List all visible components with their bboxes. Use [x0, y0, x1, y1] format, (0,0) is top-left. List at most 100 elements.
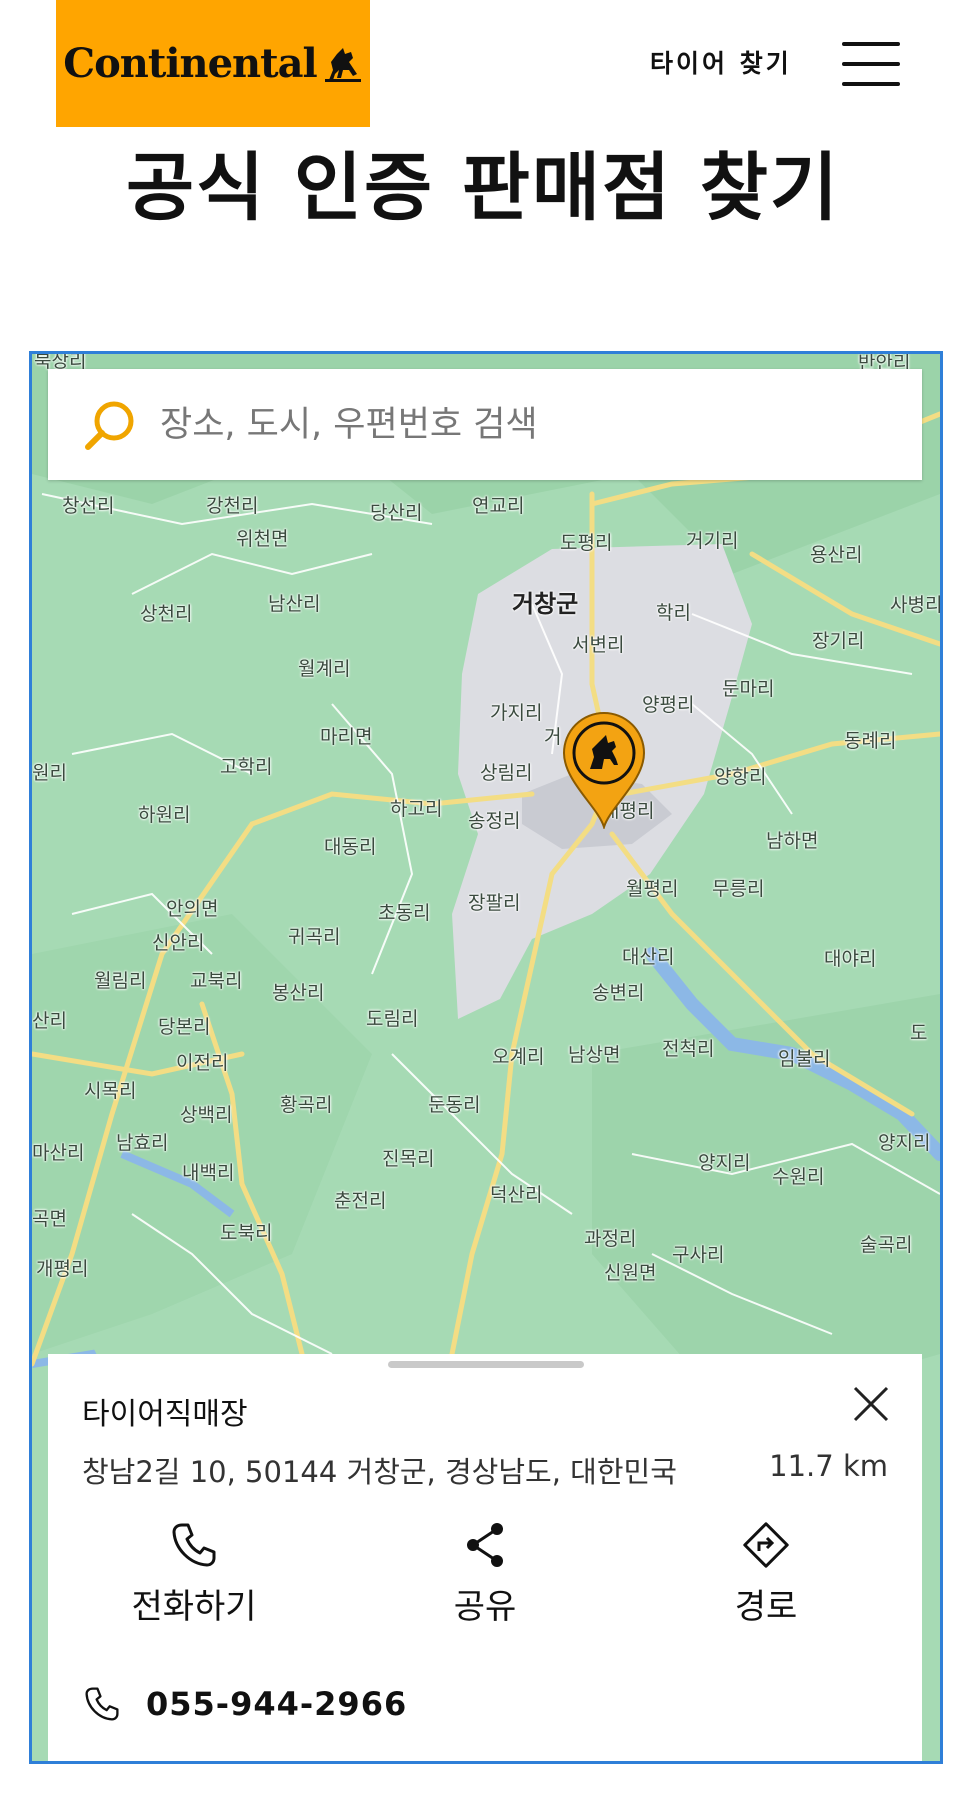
map-place-label: 연교리: [472, 495, 525, 517]
map-place-label: 술곡리: [860, 1234, 913, 1256]
map-place-label: 안의면: [166, 898, 219, 920]
directions-icon: [743, 1522, 789, 1568]
map-place-label: 사병리: [890, 594, 943, 616]
map-place-label: 개평리: [36, 1258, 89, 1280]
dealer-info-card: 타이어직매장 창남2길 10, 50144 거창군, 경상남도, 대한민국 11…: [48, 1354, 922, 1761]
map-place-label: 송정리: [468, 810, 521, 832]
map-place-label: 귀곡리: [288, 926, 341, 948]
map-place-label: 신안리: [152, 932, 205, 954]
find-tires-link[interactable]: 타이어 찾기: [650, 44, 792, 80]
map-place-label: 임불리: [778, 1048, 831, 1070]
map-place-label: 이전리: [176, 1052, 229, 1074]
call-label: 전화하기: [131, 1587, 257, 1627]
map-place-label: 전척리: [662, 1038, 715, 1060]
call-button[interactable]: 전화하기: [94, 1519, 294, 1628]
map-place-label: 초동리: [378, 902, 431, 924]
map-place-label: 당본리: [158, 1016, 211, 1038]
map-place-label: 동례리: [844, 730, 897, 752]
map-place-label: 하고리: [390, 798, 443, 820]
map-place-label: 상천리: [140, 603, 193, 625]
share-icon: [467, 1523, 503, 1567]
map-place-label: 황곡리: [280, 1094, 333, 1116]
dealer-distance: 11.7 km: [769, 1449, 888, 1483]
map-place-label: 거창군: [512, 590, 579, 618]
map-place-label: 시목리: [84, 1080, 137, 1102]
map-place-label: 월계리: [298, 658, 351, 680]
dealer-map[interactable]: 북상리 반안리 창선리 강천리 위천면 당산리 연교리 도평리 거기리 용산리 …: [29, 351, 943, 1764]
map-place-label: 춘전리: [334, 1190, 387, 1212]
map-place-label: 곡면: [32, 1208, 67, 1230]
map-place-label: 장팔리: [468, 892, 521, 914]
map-place-label: 남효리: [116, 1132, 169, 1154]
map-place-label: 도평리: [560, 532, 613, 554]
brand-wordmark: Continental: [63, 40, 317, 87]
directions-label: 경로: [734, 1587, 798, 1627]
map-place-label: 덕산리: [490, 1184, 543, 1206]
map-place-label: 상백리: [180, 1104, 233, 1126]
search-input[interactable]: [158, 403, 862, 446]
horse-emblem-icon: [324, 47, 361, 82]
map-place-label: 무릉리: [712, 878, 765, 900]
map-place-label: 대산리: [622, 946, 675, 968]
drag-handle[interactable]: [388, 1361, 584, 1368]
map-place-label: 도: [910, 1022, 928, 1044]
map-place-label: 학리: [656, 602, 691, 624]
map-place-label: 송변리: [592, 982, 645, 1004]
directions-button[interactable]: 경로: [666, 1519, 866, 1628]
map-place-label: 대동리: [324, 836, 377, 858]
map-place-label: 도림리: [366, 1008, 419, 1030]
location-search-box[interactable]: [48, 369, 922, 480]
map-place-label: 구사리: [672, 1244, 725, 1266]
map-place-label: 양지리: [698, 1152, 751, 1174]
map-place-label: 교북리: [190, 970, 243, 992]
hamburger-menu-icon[interactable]: [842, 40, 902, 90]
map-place-label: 창선리: [62, 495, 115, 517]
map-place-label: 양평리: [642, 694, 695, 716]
map-place-label: 용산리: [810, 544, 863, 566]
map-place-label: 상림리: [480, 762, 533, 784]
phone-icon: [85, 1687, 119, 1721]
page-title: 공식 인증 판매점 찾기: [125, 145, 840, 231]
dealer-address: 창남2길 10, 50144 거창군, 경상남도, 대한민국: [82, 1455, 677, 1489]
map-place-label: 월평리: [626, 878, 679, 900]
map-place-label: 진목리: [382, 1148, 435, 1170]
map-place-label: 마산리: [32, 1142, 85, 1164]
dealer-marker-pin[interactable]: [560, 711, 648, 829]
map-place-label: 양항리: [714, 766, 767, 788]
map-place-label: 남산리: [268, 593, 321, 615]
dealer-name: 타이어직매장: [82, 1397, 248, 1432]
map-place-label: 원리: [32, 762, 67, 784]
map-place-label: 도북리: [220, 1222, 273, 1244]
map-place-label: 남상면: [568, 1044, 621, 1066]
phone-number[interactable]: 055-944-2966: [146, 1685, 407, 1723]
map-place-label: 장기리: [812, 630, 865, 652]
map-place-label: 수원리: [772, 1166, 825, 1188]
close-icon[interactable]: [851, 1384, 891, 1424]
map-place-label: 신원면: [604, 1262, 657, 1284]
map-place-label: 오계리: [492, 1046, 545, 1068]
map-place-label: 둔동리: [428, 1094, 481, 1116]
map-place-label: 내백리: [182, 1162, 235, 1184]
map-place-label: 월림리: [94, 970, 147, 992]
map-place-label: 대야리: [824, 948, 877, 970]
map-place-label: 위천면: [236, 528, 289, 550]
map-place-label: 강천리: [206, 495, 259, 517]
phone-row[interactable]: 055-944-2966: [82, 1684, 407, 1724]
map-place-label: 하원리: [138, 804, 191, 826]
map-place-label: 거기리: [686, 530, 739, 552]
map-place-label: 당산리: [370, 502, 423, 524]
map-place-label: 고학리: [220, 756, 273, 778]
phone-icon: [172, 1523, 216, 1567]
map-place-label: 서변리: [572, 634, 625, 656]
map-place-label: 산리: [32, 1010, 67, 1032]
share-label: 공유: [453, 1587, 517, 1627]
search-icon: [85, 401, 134, 450]
map-place-label: 과정리: [584, 1228, 637, 1250]
share-button[interactable]: 공유: [385, 1519, 585, 1628]
map-place-label: 봉산리: [272, 982, 325, 1004]
map-place-label: 둔마리: [722, 678, 775, 700]
map-place-label: 남하면: [766, 830, 819, 852]
continental-logo[interactable]: Continental: [56, 0, 370, 127]
map-place-label: 가지리: [490, 702, 543, 724]
map-place-label: 마리면: [320, 726, 373, 748]
